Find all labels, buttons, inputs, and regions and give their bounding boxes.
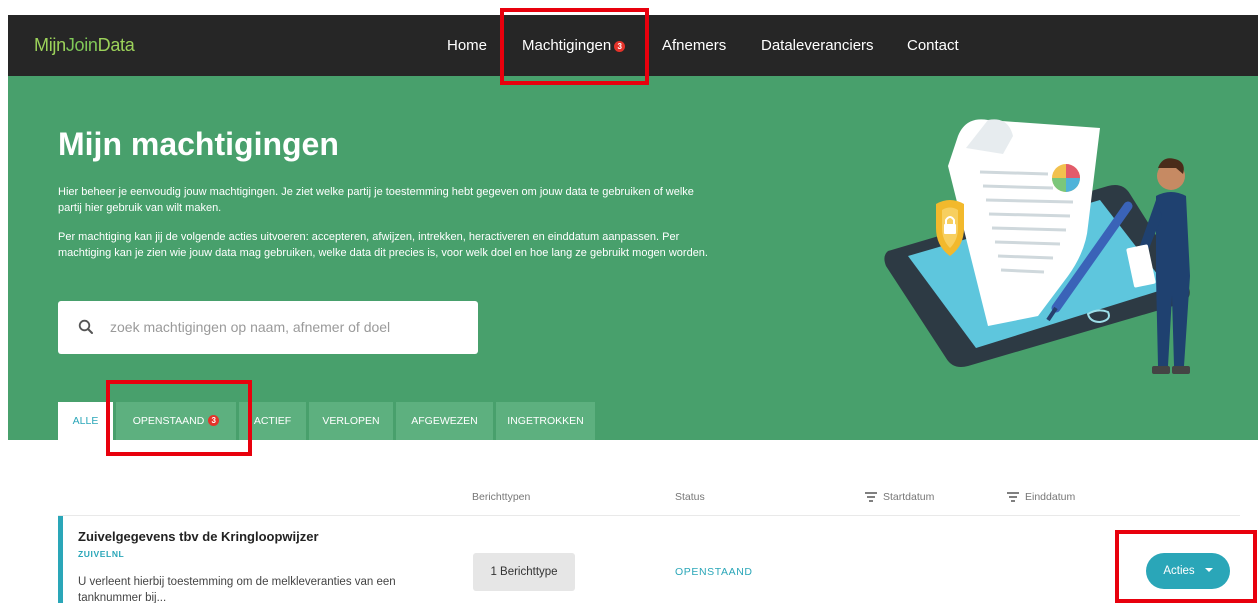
search-icon bbox=[78, 319, 93, 334]
column-header-berichttypen: Berichttypen bbox=[472, 491, 531, 503]
sort-icon bbox=[865, 492, 877, 502]
sort-icon bbox=[1007, 492, 1019, 502]
table-row[interactable]: Zuivelgegevens tbv de Kringloopwijzer ZU… bbox=[58, 515, 1240, 603]
nav-item-dataleveranciers[interactable]: Dataleveranciers bbox=[761, 37, 874, 54]
logo-text-mijn: Mijn bbox=[34, 35, 66, 55]
logo-text-join: Join bbox=[65, 35, 98, 55]
nav-item-home[interactable]: Home bbox=[447, 37, 487, 54]
status-badge: OPENSTAAND bbox=[675, 566, 753, 578]
pie-chart-icon bbox=[1052, 164, 1080, 192]
tab-ingetrokken[interactable]: INGETROKKEN bbox=[496, 402, 595, 440]
annotation-box-nav bbox=[500, 8, 649, 85]
column-header-einddatum-label: Einddatum bbox=[1025, 491, 1076, 503]
logo-text-data: Data bbox=[97, 35, 135, 55]
berichttypen-button[interactable]: 1 Berichttype bbox=[473, 553, 575, 591]
tab-alle[interactable]: ALLE bbox=[58, 402, 113, 440]
page: { "brand": { "logo_prefix": "Mijn", "log… bbox=[0, 0, 1258, 603]
page-title: Mijn machtigingen bbox=[58, 126, 339, 162]
row-status-accent bbox=[58, 516, 63, 603]
search-box bbox=[58, 301, 478, 354]
column-header-startdatum-label: Startdatum bbox=[883, 491, 935, 503]
tab-verlopen[interactable]: VERLOPEN bbox=[309, 402, 393, 440]
logo[interactable]: MijnJoinData bbox=[34, 35, 135, 56]
row-description: U verleent hierbij toestemming om de mel… bbox=[78, 576, 396, 603]
search-input[interactable] bbox=[110, 315, 460, 339]
column-header-einddatum[interactable]: Einddatum bbox=[1007, 491, 1075, 503]
nav-item-afnemers[interactable]: Afnemers bbox=[662, 37, 726, 54]
annotation-box-acties bbox=[1115, 530, 1257, 603]
row-organisation: ZUIVELNL bbox=[78, 549, 125, 559]
column-header-status: Status bbox=[675, 491, 705, 503]
column-header-startdatum[interactable]: Startdatum bbox=[865, 491, 934, 503]
row-title: Zuivelgegevens tbv de Kringloopwijzer bbox=[78, 529, 319, 544]
person-illustration bbox=[1126, 158, 1190, 374]
nav-item-contact[interactable]: Contact bbox=[907, 37, 959, 54]
hero-illustration bbox=[884, 119, 1190, 374]
tab-afgewezen[interactable]: AFGEWEZEN bbox=[396, 402, 493, 440]
annotation-box-tab bbox=[106, 380, 252, 456]
hero-intro-text: Hier beheer je eenvoudig jouw machtiging… bbox=[58, 186, 694, 214]
hero-actions-text: Per machtiging kan jij de volgende actie… bbox=[58, 231, 708, 259]
